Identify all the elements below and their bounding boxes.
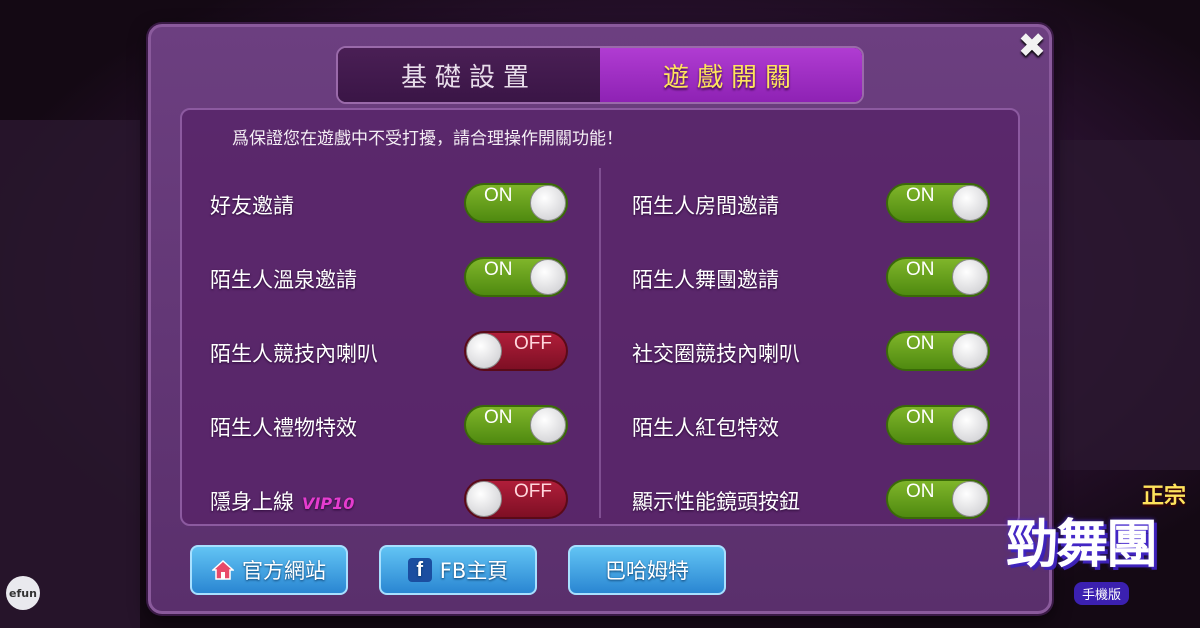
tab-game-switches[interactable]: 遊戲開關	[600, 48, 862, 102]
toggle-knob	[530, 259, 566, 295]
toggle-state: ON	[906, 333, 935, 354]
toggle-state: ON	[906, 185, 935, 206]
toggle-social-arena-speaker[interactable]: ON	[886, 331, 990, 371]
stealth-login-text: 隱身上線	[210, 490, 294, 514]
facebook-icon: f	[407, 558, 432, 582]
label-stranger-gift-effect: 陌生人禮物特效	[210, 416, 357, 440]
fb-page-button[interactable]: f FB主頁	[379, 545, 537, 595]
logo-sub: 手機版	[1074, 582, 1130, 605]
toggle-knob	[466, 333, 502, 369]
bahamut-label: 巴哈姆特	[605, 559, 689, 583]
label-stranger-arena-speaker: 陌生人競技內喇叭	[210, 342, 378, 366]
toggle-state: ON	[906, 259, 935, 280]
logo-title: 勁舞團	[1006, 515, 1158, 575]
notice-text: 爲保證您在遊戲中不受打擾，請合理操作開關功能！	[232, 129, 623, 149]
game-logo: 正宗 勁舞團 手機版	[1006, 478, 1196, 618]
vip-badge: VIP10	[302, 494, 355, 513]
toggle-state: ON	[484, 407, 513, 428]
tab-bar: 基礎設置 遊戲開關	[336, 46, 864, 104]
toggle-stranger-gift-effect[interactable]: ON	[464, 405, 568, 445]
toggle-knob	[952, 185, 988, 221]
toggle-stranger-hotspring-invite[interactable]: ON	[464, 257, 568, 297]
tab-basic-settings[interactable]: 基礎設置	[338, 48, 600, 102]
toggle-knob	[952, 481, 988, 517]
toggle-state: ON	[906, 407, 935, 428]
toggle-stealth-login[interactable]: OFF	[464, 479, 568, 519]
toggle-state: ON	[484, 259, 513, 280]
toggle-knob	[530, 407, 566, 443]
label-stranger-hotspring-invite: 陌生人溫泉邀請	[210, 268, 357, 292]
toggle-state: OFF	[514, 333, 552, 354]
toggle-state: ON	[906, 481, 935, 502]
label-show-performance-camera-button: 顯示性能鏡頭按鈕	[632, 490, 800, 514]
efun-logo: efun	[6, 576, 40, 610]
toggle-stranger-arena-speaker[interactable]: OFF	[464, 331, 568, 371]
fb-page-label: FB主頁	[439, 559, 509, 583]
official-site-button[interactable]: 官方網站	[190, 545, 348, 595]
toggle-state: ON	[484, 185, 513, 206]
toggle-knob	[952, 333, 988, 369]
label-friend-invite: 好友邀請	[210, 194, 294, 218]
toggle-knob	[466, 481, 502, 517]
home-icon	[211, 559, 235, 580]
toggle-knob	[952, 259, 988, 295]
bahamut-button[interactable]: 巴哈姆特	[568, 545, 726, 595]
label-social-arena-speaker: 社交圈競技內喇叭	[632, 342, 800, 366]
official-site-label: 官方網站	[242, 559, 326, 583]
close-icon[interactable]: ✖	[1014, 28, 1050, 64]
label-stealth-login: 隱身上線 VIP10	[210, 486, 354, 516]
label-stranger-dance-group-invite: 陌生人舞團邀請	[632, 268, 779, 292]
label-stranger-room-invite: 陌生人房間邀請	[632, 194, 779, 218]
toggle-stranger-room-invite[interactable]: ON	[886, 183, 990, 223]
toggle-friend-invite[interactable]: ON	[464, 183, 568, 223]
toggle-show-performance-camera-button[interactable]: ON	[886, 479, 990, 519]
toggle-stranger-red-packet-effect[interactable]: ON	[886, 405, 990, 445]
toggle-state: OFF	[514, 481, 552, 502]
column-divider	[599, 168, 601, 518]
toggle-knob	[530, 185, 566, 221]
label-stranger-red-packet-effect: 陌生人紅包特效	[632, 416, 779, 440]
toggle-knob	[952, 407, 988, 443]
toggle-stranger-dance-group-invite[interactable]: ON	[886, 257, 990, 297]
